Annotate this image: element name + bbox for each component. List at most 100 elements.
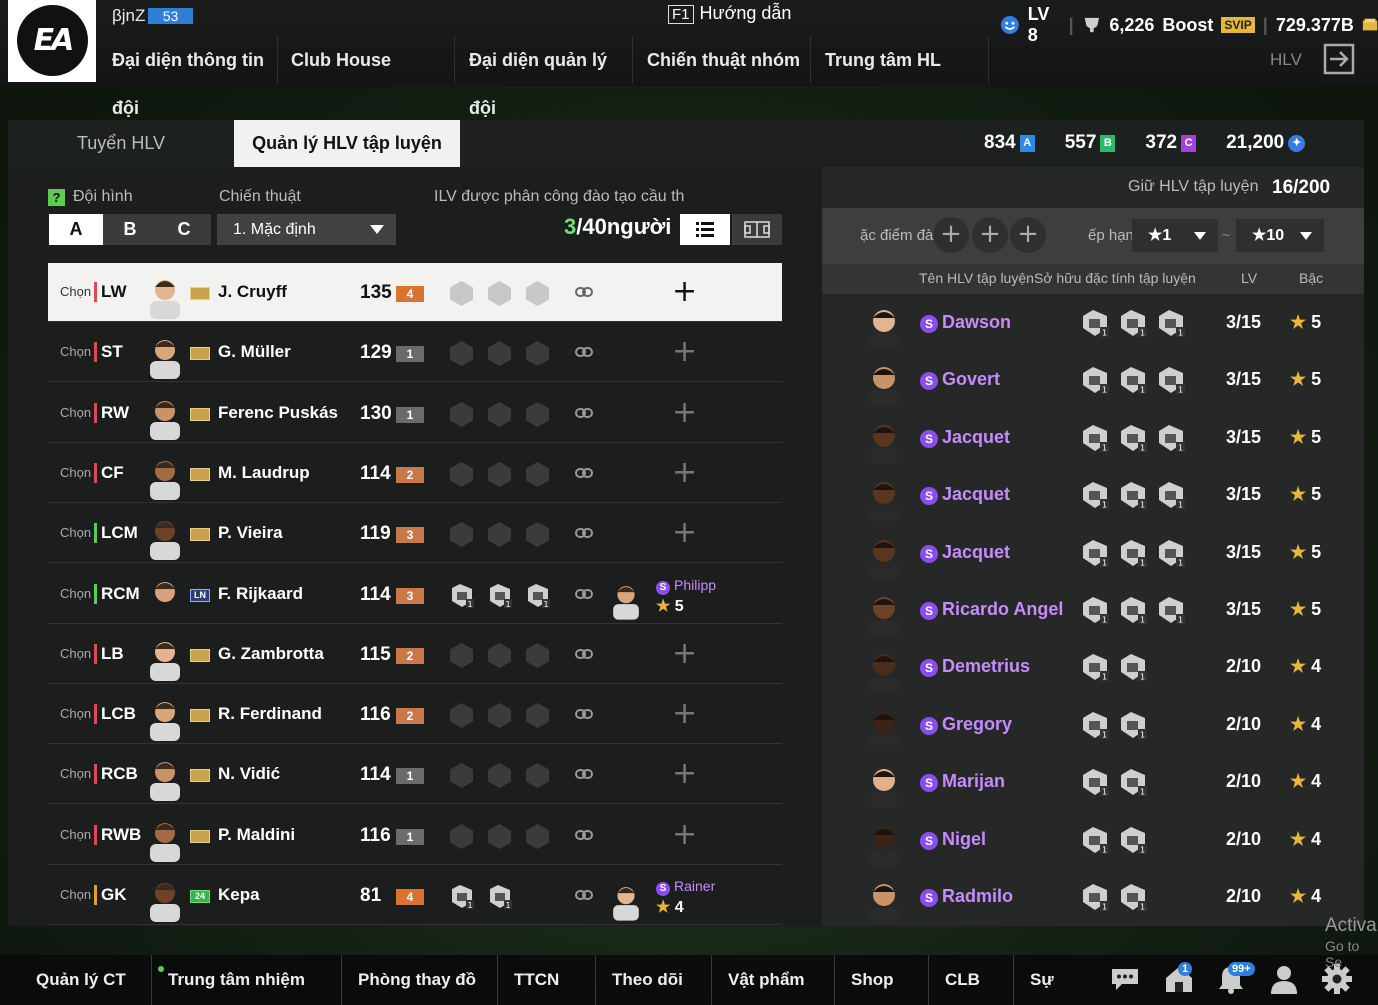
nav-club-house[interactable]: Club House (277, 36, 455, 84)
training-trait-icon[interactable]: 1 (1118, 480, 1150, 510)
training-trait-icon[interactable]: 1 (448, 883, 475, 910)
rank-to-dropdown[interactable]: ★10 (1236, 219, 1324, 252)
empty-trait-slot[interactable] (448, 521, 475, 548)
select-label[interactable]: Chọn (60, 465, 91, 480)
coach-row[interactable]: S Jacquet 1 1 1 3/15 ★ 5 (822, 467, 1364, 524)
empty-trait-slot[interactable] (524, 461, 551, 488)
player-row[interactable]: Chọn RCM LN F. Rijkaard 114 3 1 1 1 S Philipp ★ 5 (48, 565, 782, 624)
tab-manage-coach[interactable]: Quản lý HLV tập luyện (234, 120, 460, 167)
training-trait-icon[interactable]: 1 (524, 582, 551, 609)
select-label[interactable]: Chọn (60, 887, 91, 902)
coach-row[interactable]: S Gregory 1 1 2/10 ★ 4 (822, 697, 1364, 754)
empty-trait-slot[interactable] (448, 340, 475, 367)
select-label[interactable]: Chọn (60, 706, 91, 721)
training-trait-icon[interactable]: 1 (486, 582, 513, 609)
squad-tab-c[interactable]: C (157, 214, 211, 245)
link-icon[interactable] (575, 466, 593, 480)
link-icon[interactable] (575, 587, 593, 601)
link-icon[interactable] (575, 526, 593, 540)
squad-tab-b[interactable]: B (103, 214, 157, 245)
training-trait-icon[interactable]: 1 (1080, 710, 1112, 740)
add-filter-2-button[interactable]: + (972, 217, 1008, 253)
link-icon[interactable] (575, 767, 593, 781)
empty-trait-slot[interactable] (524, 401, 551, 428)
select-label[interactable]: Chọn (60, 405, 91, 420)
empty-trait-slot[interactable] (524, 762, 551, 789)
select-label[interactable]: Chọn (60, 827, 91, 842)
rank-from-dropdown[interactable]: ★1 (1132, 219, 1218, 252)
player-row[interactable]: Chọn LB G. Zambrotta 115 2 + (48, 625, 782, 684)
training-trait-icon[interactable]: 1 (1118, 365, 1150, 395)
nav-team-info[interactable]: Đại diện thông tin đội (98, 36, 278, 118)
coach-row[interactable]: S Radmilo 1 1 2/10 ★ 4 (822, 869, 1364, 926)
select-label[interactable]: Chọn (60, 284, 91, 299)
training-trait-icon[interactable]: 1 (1156, 423, 1188, 453)
empty-trait-slot[interactable] (448, 280, 475, 307)
add-coach-button[interactable]: + (672, 518, 697, 548)
training-trait-icon[interactable]: 1 (1080, 308, 1112, 338)
list-view-button[interactable] (680, 214, 730, 245)
select-label[interactable]: Chọn (60, 586, 91, 601)
coach-row[interactable]: S Jacquet 1 1 1 3/15 ★ 5 (822, 410, 1364, 467)
empty-trait-slot[interactable] (448, 401, 475, 428)
coach-row[interactable]: S Marijan 1 1 2/10 ★ 4 (822, 754, 1364, 811)
empty-trait-slot[interactable] (524, 642, 551, 669)
training-trait-icon[interactable]: 1 (1080, 423, 1112, 453)
add-coach-button[interactable]: + (672, 277, 697, 307)
training-trait-icon[interactable]: 1 (1156, 595, 1188, 625)
empty-trait-slot[interactable] (524, 823, 551, 850)
training-trait-icon[interactable]: 1 (1118, 825, 1150, 855)
empty-trait-slot[interactable] (448, 642, 475, 669)
nav-team-manager[interactable]: Đại diện quản lý đội (455, 36, 633, 118)
add-coach-button[interactable]: + (672, 638, 697, 668)
training-trait-icon[interactable]: 1 (1118, 767, 1150, 797)
add-coach-button[interactable]: + (672, 699, 697, 729)
bottom-nav-1[interactable]: Trung tâm nhiệm vụ (152, 955, 342, 1005)
empty-trait-slot[interactable] (486, 642, 513, 669)
nav-training-center[interactable]: Trung tâm HL (811, 36, 989, 84)
empty-trait-slot[interactable] (486, 521, 513, 548)
player-row[interactable]: Chọn ST G. Müller 129 1 + (48, 323, 782, 383)
training-trait-icon[interactable]: 1 (1118, 652, 1150, 682)
link-icon[interactable] (575, 406, 593, 420)
add-coach-button[interactable]: + (672, 759, 697, 789)
training-trait-icon[interactable]: 1 (1118, 538, 1150, 568)
training-trait-icon[interactable]: 1 (1080, 480, 1112, 510)
bottom-nav-6[interactable]: Shop (835, 955, 929, 1005)
empty-trait-slot[interactable] (486, 461, 513, 488)
add-coach-button[interactable]: + (672, 337, 697, 367)
bottom-nav-5[interactable]: Vật phẩm (712, 955, 835, 1005)
player-row[interactable]: Chọn LCB R. Ferdinand 116 2 + (48, 685, 782, 745)
guide-button[interactable]: F1 Hướng dẫn (668, 3, 791, 24)
bottom-nav-0[interactable]: Quản lý CT (20, 955, 152, 1005)
link-icon[interactable] (575, 707, 593, 721)
coach-row[interactable]: S Nigel 1 1 2/10 ★ 4 (822, 812, 1364, 869)
coach-row[interactable]: S Ricardo Angel 1 1 1 3/15 ★ 5 (822, 582, 1364, 639)
tab-recruit-coach[interactable]: Tuyển HLV (8, 120, 234, 167)
empty-trait-slot[interactable] (486, 702, 513, 729)
link-icon[interactable] (575, 285, 593, 299)
empty-trait-slot[interactable] (448, 762, 475, 789)
coach-row[interactable]: S Govert 1 1 1 3/15 ★ 5 (822, 352, 1364, 409)
empty-trait-slot[interactable] (486, 401, 513, 428)
link-icon[interactable] (575, 828, 593, 842)
training-trait-icon[interactable]: 1 (1080, 767, 1112, 797)
empty-trait-slot[interactable] (448, 823, 475, 850)
training-trait-icon[interactable]: 1 (1156, 308, 1188, 338)
link-icon[interactable] (575, 888, 593, 902)
training-trait-icon[interactable]: 1 (1156, 480, 1188, 510)
chat-icon[interactable] (1108, 962, 1142, 996)
select-label[interactable]: Chọn (60, 766, 91, 781)
link-icon[interactable] (575, 345, 593, 359)
empty-trait-slot[interactable] (524, 280, 551, 307)
empty-trait-slot[interactable] (486, 280, 513, 307)
nav-team-tactics[interactable]: Chiến thuật nhóm (633, 36, 811, 84)
player-row[interactable]: Chọn RW Ferenc Puskás 130 1 + (48, 384, 782, 443)
empty-trait-slot[interactable] (448, 702, 475, 729)
coach-row[interactable]: S Dawson 1 1 1 3/15 ★ 5 (822, 295, 1364, 352)
help-icon[interactable]: ? (48, 189, 65, 206)
player-row[interactable]: Chọn GK 24 Kepa 81 4 1 1 S Rainer ★ 4 (48, 866, 782, 925)
empty-trait-slot[interactable] (486, 762, 513, 789)
add-coach-button[interactable]: + (672, 819, 697, 849)
select-label[interactable]: Chọn (60, 646, 91, 661)
